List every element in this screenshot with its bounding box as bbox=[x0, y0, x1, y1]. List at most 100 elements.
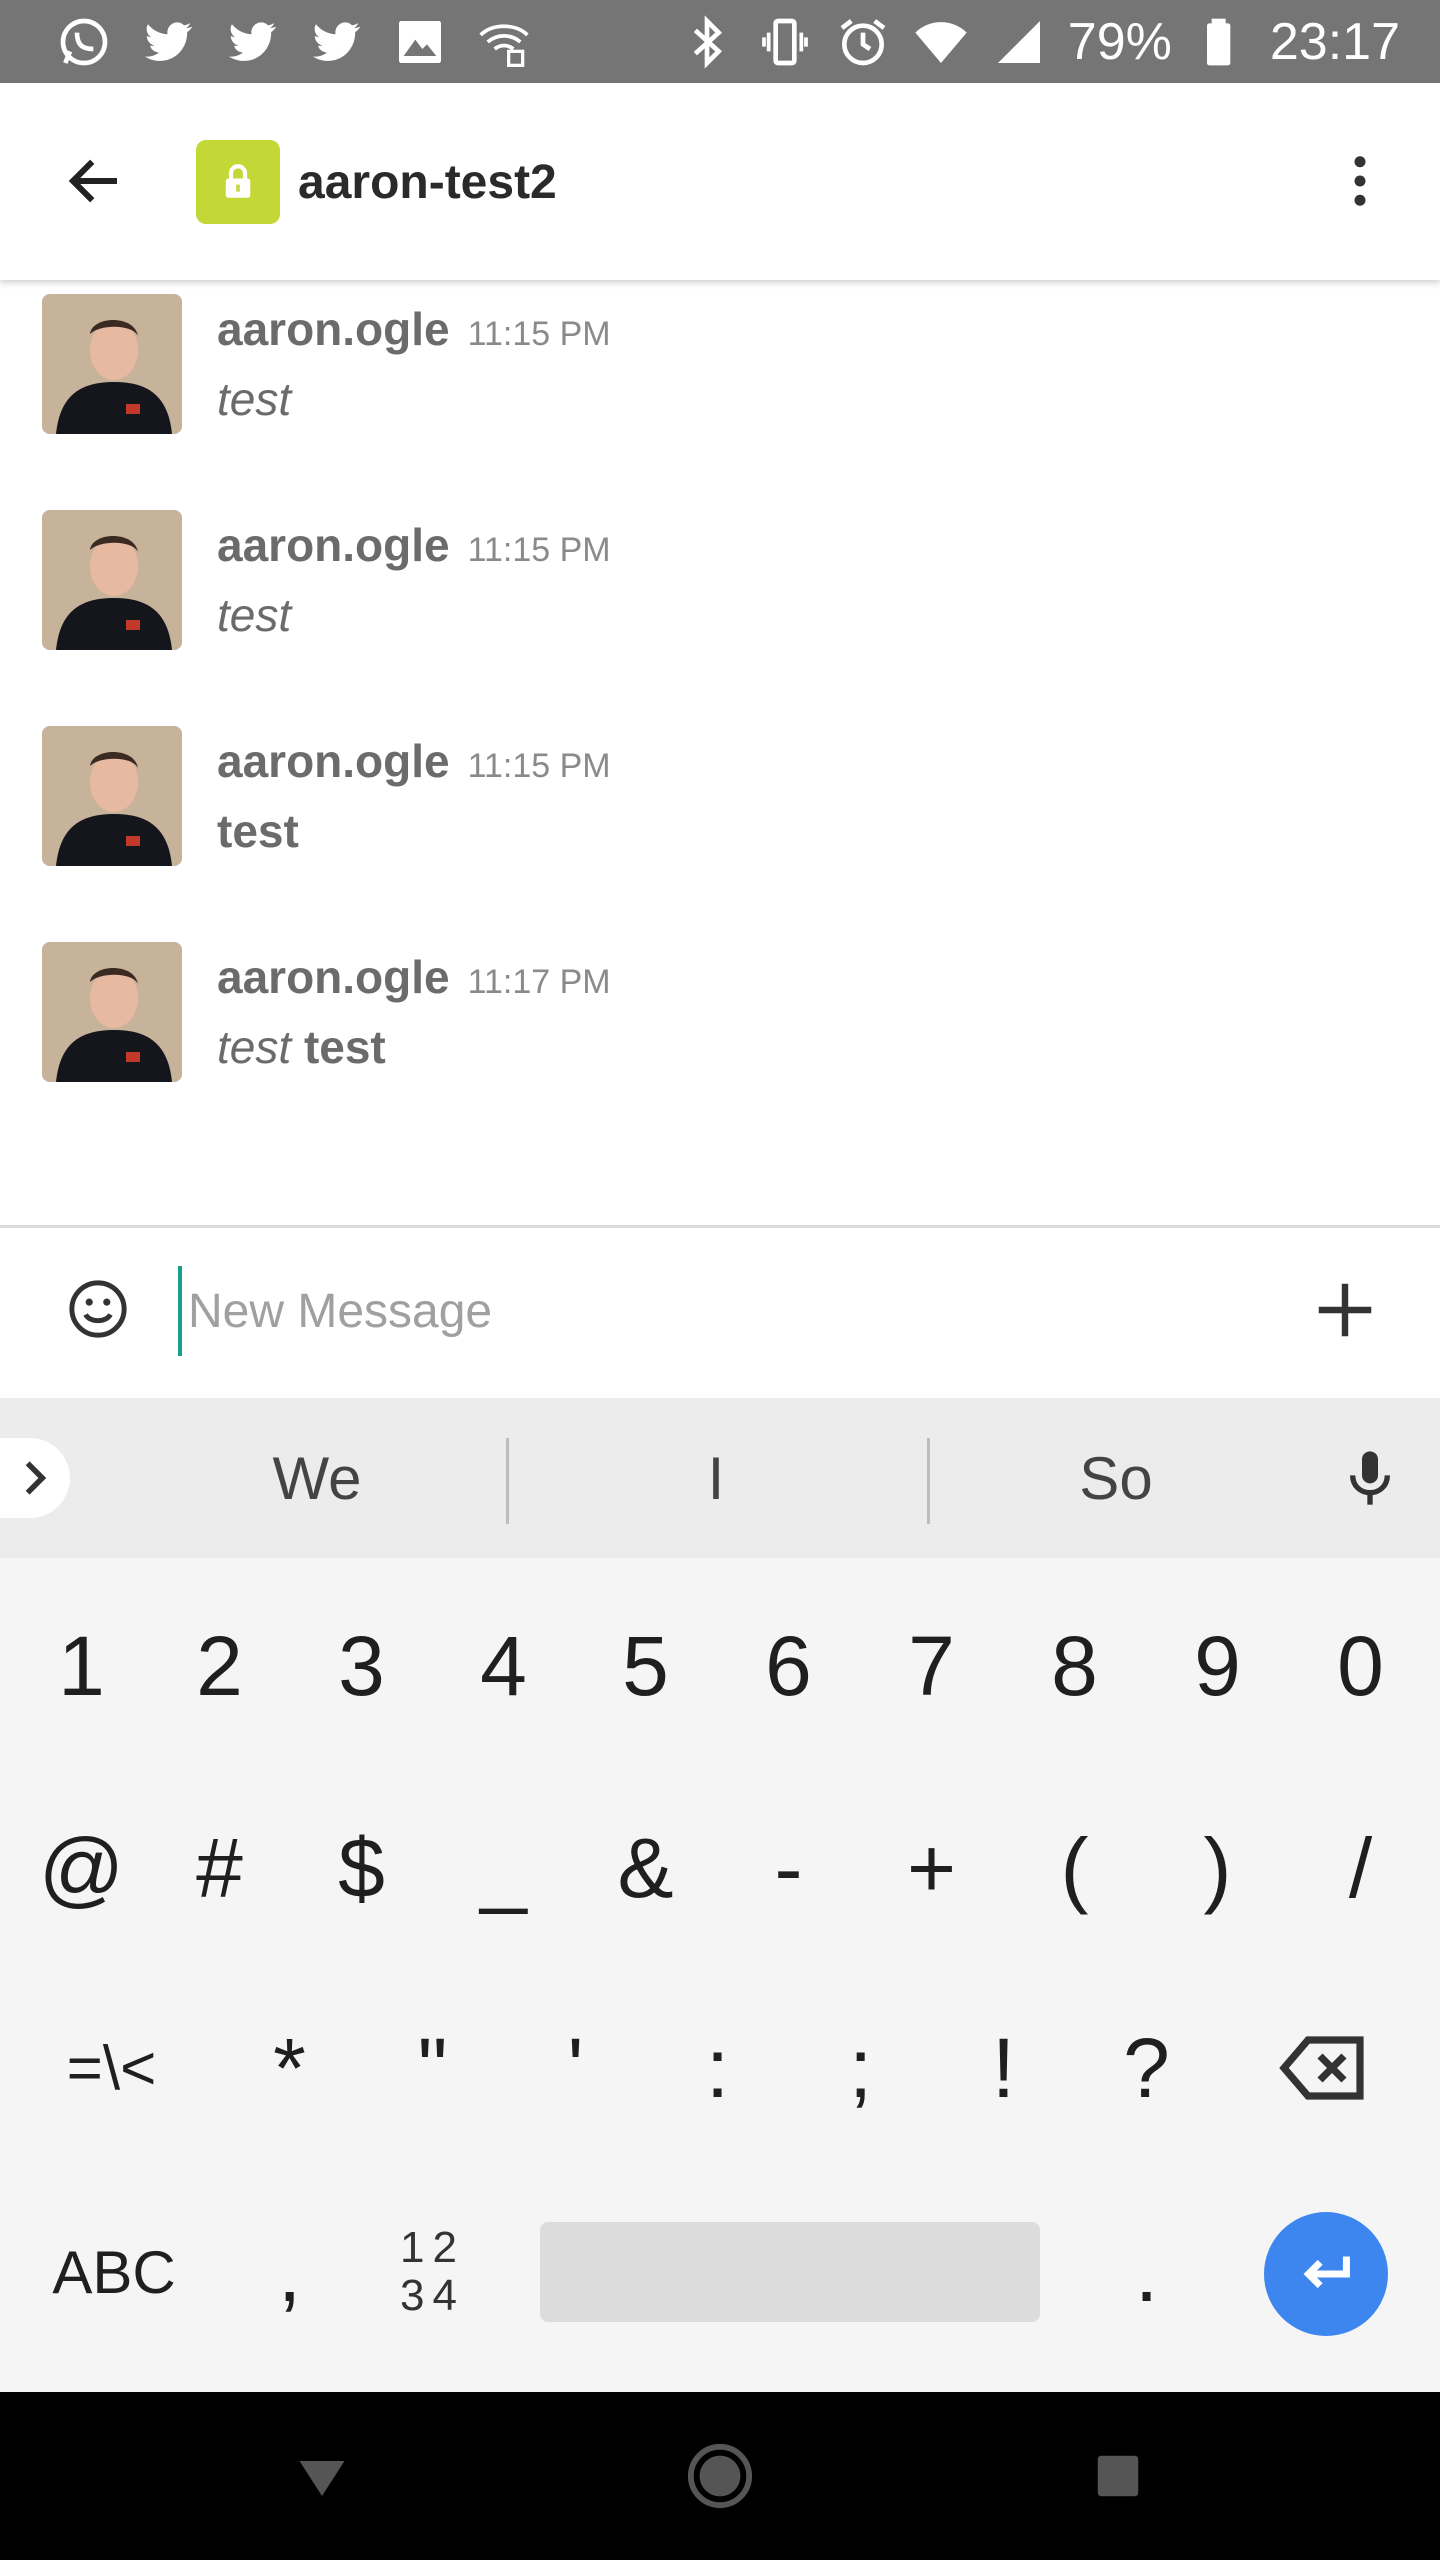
avatar[interactable] bbox=[42, 942, 182, 1082]
battery-percent: 79% bbox=[1067, 12, 1172, 71]
bluetooth-icon bbox=[678, 13, 736, 71]
app-header: aaron-test2 bbox=[0, 83, 1440, 280]
attach-button[interactable] bbox=[1305, 1270, 1385, 1350]
message-item[interactable]: aaron.ogle 11:15 PM test bbox=[0, 712, 1440, 902]
enter-key[interactable] bbox=[1264, 2212, 1388, 2336]
nav-back-button[interactable] bbox=[282, 2436, 362, 2516]
twitter-icon bbox=[307, 13, 365, 71]
space-key[interactable] bbox=[540, 2222, 1040, 2322]
message-input[interactable] bbox=[178, 1266, 1278, 1356]
notification-icons bbox=[55, 0, 533, 83]
message-author[interactable]: aaron.ogle bbox=[217, 302, 450, 356]
key-period[interactable]: . bbox=[1075, 2172, 1218, 2372]
message-composer bbox=[0, 1225, 1440, 1398]
lock-icon bbox=[225, 164, 251, 198]
message-author[interactable]: aaron.ogle bbox=[217, 950, 450, 1004]
key-slash[interactable]: / bbox=[1289, 1768, 1432, 1968]
nav-home-button[interactable] bbox=[680, 2436, 760, 2516]
more-options-button[interactable] bbox=[1320, 141, 1400, 221]
key-0[interactable]: 0 bbox=[1289, 1566, 1432, 1766]
message-text: test bbox=[217, 804, 299, 858]
key-open-paren[interactable]: ( bbox=[1003, 1768, 1146, 1968]
key-1[interactable]: 1 bbox=[10, 1566, 153, 1766]
chevron-right-icon bbox=[25, 1461, 47, 1495]
message-text: test bbox=[217, 372, 291, 426]
avatar[interactable] bbox=[42, 726, 182, 866]
backspace-key[interactable] bbox=[1252, 1968, 1395, 2168]
more-vertical-icon bbox=[1354, 156, 1366, 206]
key-5[interactable]: 5 bbox=[574, 1566, 717, 1766]
back-button[interactable] bbox=[55, 141, 135, 221]
message-text-italic: test bbox=[217, 373, 292, 425]
key-comma[interactable]: , bbox=[218, 2172, 361, 2372]
key-numpad[interactable]: 12 34 bbox=[361, 2172, 504, 2372]
soft-keyboard: We I So 1 2 3 4 5 6 7 8 9 0 @ # $ _ & - … bbox=[0, 1398, 1440, 2392]
message-item[interactable]: aaron.ogle 11:15 PM test bbox=[0, 280, 1440, 470]
message-text-italic: test bbox=[217, 1021, 292, 1073]
emoji-button[interactable] bbox=[62, 1273, 134, 1345]
message-text-space bbox=[291, 1021, 304, 1073]
message-author[interactable]: aaron.ogle bbox=[217, 518, 450, 572]
suggestion-3[interactable]: So bbox=[906, 1398, 1326, 1558]
message-timestamp: 11:15 PM bbox=[467, 531, 611, 569]
key-2[interactable]: 2 bbox=[148, 1566, 291, 1766]
key-question[interactable]: ? bbox=[1075, 1968, 1218, 2168]
key-ampersand[interactable]: & bbox=[574, 1768, 717, 1968]
alarm-icon bbox=[834, 13, 892, 71]
message-text-italic: test bbox=[217, 589, 292, 641]
key-underscore[interactable]: _ bbox=[432, 1768, 575, 1968]
key-at[interactable]: @ bbox=[10, 1768, 153, 1968]
key-3[interactable]: 3 bbox=[290, 1566, 433, 1766]
message-timestamp: 11:15 PM bbox=[467, 315, 611, 353]
key-plus[interactable]: + bbox=[860, 1768, 1003, 1968]
key-single-quote[interactable]: ' bbox=[504, 1968, 647, 2168]
key-double-quote[interactable]: " bbox=[361, 1968, 504, 2168]
suggestion-strip: We I So bbox=[0, 1398, 1440, 1558]
key-9[interactable]: 9 bbox=[1146, 1566, 1289, 1766]
backspace-icon bbox=[1278, 2036, 1364, 2100]
avatar[interactable] bbox=[42, 510, 182, 650]
system-navigation-bar bbox=[0, 2392, 1440, 2560]
expand-suggestions-button[interactable] bbox=[0, 1438, 70, 1518]
message-item[interactable]: aaron.ogle 11:15 PM test bbox=[0, 496, 1440, 686]
key-exclamation[interactable]: ! bbox=[932, 1968, 1075, 2168]
image-icon bbox=[391, 13, 449, 71]
message-list[interactable]: aaron.ogle 11:15 PM test aaron.ogle 11:1… bbox=[0, 280, 1440, 1225]
message-item[interactable]: aaron.ogle 11:17 PM test test bbox=[0, 928, 1440, 1118]
signal-icon bbox=[990, 13, 1048, 71]
key-row-punctuation: =\< * " ' : ; ! ? bbox=[0, 1968, 1440, 2168]
key-7[interactable]: 7 bbox=[860, 1566, 1003, 1766]
suggestion-1[interactable]: We bbox=[107, 1398, 527, 1558]
channel-title[interactable]: aaron-test2 bbox=[298, 145, 557, 221]
vibrate-icon bbox=[756, 13, 814, 71]
nav-recents-button[interactable] bbox=[1078, 2436, 1158, 2516]
triangle-down-icon bbox=[299, 2461, 345, 2496]
key-dollar[interactable]: $ bbox=[290, 1768, 433, 1968]
status-bar: 79% 23:17 bbox=[0, 0, 1440, 83]
key-6[interactable]: 6 bbox=[717, 1566, 860, 1766]
message-timestamp: 11:15 PM bbox=[467, 747, 611, 785]
key-row-digits: 1 2 3 4 5 6 7 8 9 0 bbox=[0, 1566, 1440, 1766]
key-close-paren[interactable]: ) bbox=[1146, 1768, 1289, 1968]
message-text: test bbox=[217, 588, 291, 642]
key-hash[interactable]: # bbox=[148, 1768, 291, 1968]
key-minus[interactable]: - bbox=[717, 1768, 860, 1968]
key-abc[interactable]: ABC bbox=[4, 2172, 224, 2372]
wifi-notification-icon bbox=[475, 13, 533, 71]
key-asterisk[interactable]: * bbox=[218, 1968, 361, 2168]
smiley-icon bbox=[69, 1280, 127, 1338]
message-author[interactable]: aaron.ogle bbox=[217, 734, 450, 788]
twitter-icon bbox=[139, 13, 197, 71]
suggestion-2[interactable]: I bbox=[506, 1398, 926, 1558]
numpad-label-top: 12 bbox=[400, 2223, 465, 2272]
voice-input-button[interactable] bbox=[1330, 1438, 1410, 1518]
key-more-symbols[interactable]: =\< bbox=[40, 1968, 183, 2168]
square-icon bbox=[1097, 2455, 1139, 2497]
battery-icon bbox=[1192, 13, 1250, 71]
avatar[interactable] bbox=[42, 294, 182, 434]
key-semicolon[interactable]: ; bbox=[789, 1968, 932, 2168]
key-4[interactable]: 4 bbox=[432, 1566, 575, 1766]
key-colon[interactable]: : bbox=[646, 1968, 789, 2168]
whatsapp-icon bbox=[55, 13, 113, 71]
key-8[interactable]: 8 bbox=[1003, 1566, 1146, 1766]
